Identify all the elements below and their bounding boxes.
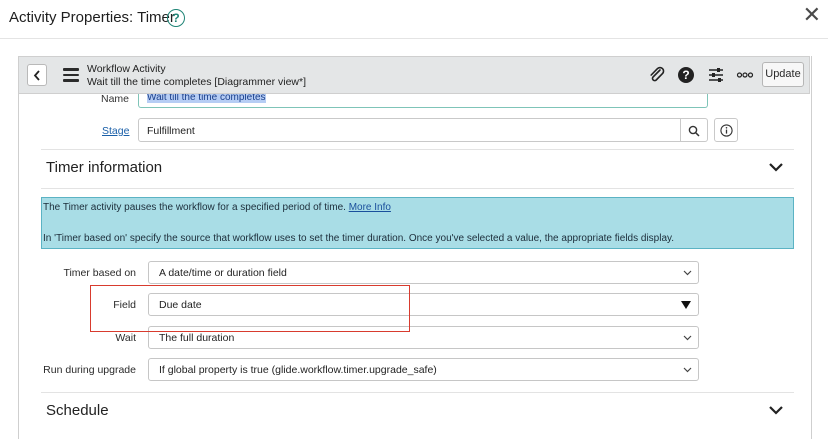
timer-based-on-select[interactable]: A date/time or duration field [148, 261, 699, 284]
dialog-header: Activity Properties: Timer ? ✕ [0, 0, 828, 39]
section-title: Timer information [46, 159, 163, 176]
form-toolbar: Workflow Activity Wait till the time com… [18, 56, 810, 94]
sliders-icon[interactable] [707, 66, 725, 84]
wait-value: The full duration [159, 332, 235, 344]
dropdown-triangle-icon [681, 301, 691, 309]
info-line-1: The Timer activity pauses the workflow f… [43, 202, 391, 213]
stage-label-link[interactable]: Stage [102, 125, 129, 137]
highlight-box [90, 285, 410, 332]
info-text: The Timer activity pauses the workflow f… [43, 202, 346, 213]
section-timer-information[interactable]: Timer information [41, 149, 794, 189]
dialog-title: Activity Properties: Timer [9, 9, 175, 26]
chevron-down-icon [683, 335, 692, 341]
stage-input[interactable]: Fulfillment [138, 118, 681, 142]
more-icon[interactable] [736, 66, 754, 84]
search-icon [688, 125, 700, 137]
section-title: Schedule [46, 402, 109, 419]
timer-based-on-value: A date/time or duration field [159, 267, 287, 279]
help-icon[interactable]: ? [677, 66, 695, 84]
timer-based-on-label: Timer based on [63, 267, 136, 279]
run-during-upgrade-value: If global property is true (glide.workfl… [159, 364, 437, 376]
help-icon[interactable]: ? [167, 9, 185, 27]
run-during-upgrade-select[interactable]: If global property is true (glide.workfl… [148, 358, 699, 381]
toolbar-subtitle: Wait till the time completes [Diagrammer… [87, 76, 307, 88]
chevron-down-icon[interactable] [768, 162, 784, 172]
stage-info-button[interactable] [714, 118, 738, 142]
info-icon [720, 124, 733, 137]
svg-text:?: ? [682, 68, 689, 82]
stage-lookup-button[interactable] [681, 118, 708, 142]
chevron-down-icon [683, 270, 692, 276]
chevron-down-icon[interactable] [768, 405, 784, 415]
chevron-down-icon [683, 367, 692, 373]
wait-label: Wait [115, 332, 136, 344]
back-chevron-icon [33, 70, 40, 81]
run-during-upgrade-label: Run during upgrade [43, 364, 136, 376]
close-icon[interactable]: ✕ [803, 4, 821, 26]
update-button[interactable]: Update [762, 62, 804, 87]
stage-value: Fulfillment [147, 125, 195, 137]
more-info-link[interactable]: More Info [349, 202, 391, 213]
name-label: Name [101, 93, 130, 105]
section-schedule[interactable]: Schedule [41, 392, 794, 431]
back-button[interactable] [27, 64, 47, 86]
info-line-2: In 'Timer based on' specify the source t… [43, 233, 675, 244]
info-message-box: The Timer activity pauses the workflow f… [41, 197, 794, 249]
paperclip-icon[interactable] [648, 66, 666, 84]
hamburger-menu-icon[interactable] [63, 68, 79, 82]
toolbar-title: Workflow Activity [87, 63, 166, 75]
